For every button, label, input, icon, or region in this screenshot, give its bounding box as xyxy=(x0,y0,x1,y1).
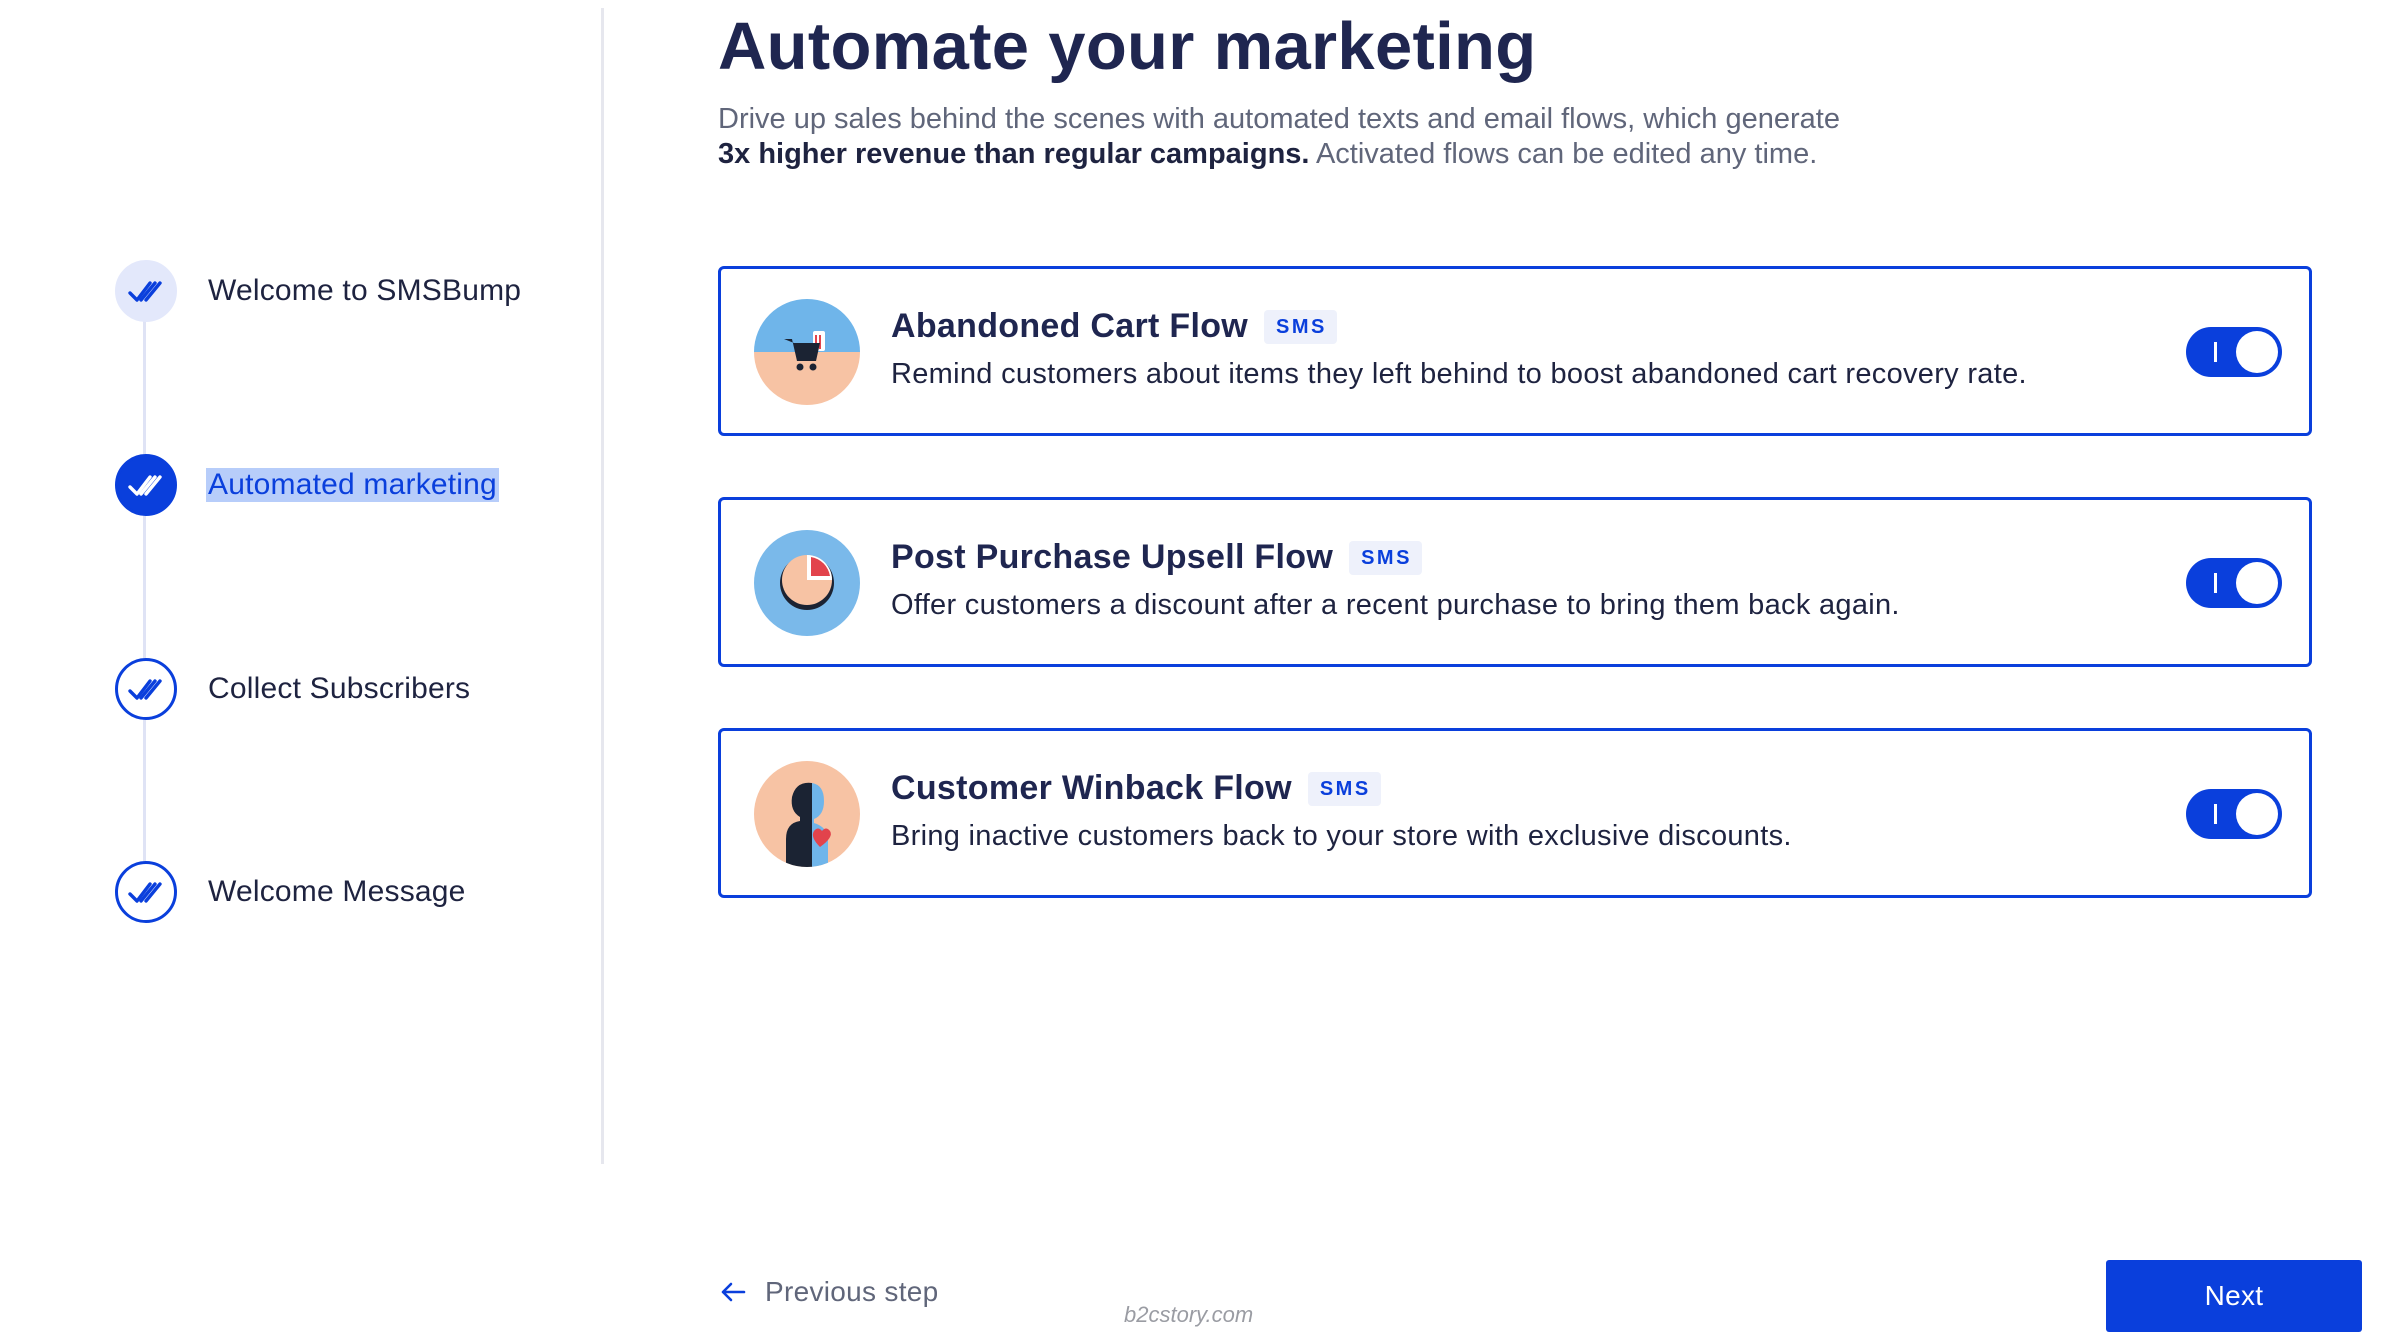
toggle-knob xyxy=(2236,562,2278,604)
flow-title-row: Abandoned Cart Flow SMS xyxy=(891,307,1337,346)
flow-title: Abandoned Cart Flow xyxy=(891,307,1249,345)
step-automated-marketing[interactable]: Automated marketing xyxy=(115,454,499,516)
person-heart-icon xyxy=(754,761,860,867)
page-subtitle: Drive up sales behind the scenes with au… xyxy=(718,102,2018,172)
toggle-knob xyxy=(2236,331,2278,373)
subtitle-tail: Activated flows can be edited any time. xyxy=(1309,138,1818,170)
flow-toggle-post-purchase[interactable] xyxy=(2186,558,2282,608)
channel-badge: SMS xyxy=(1349,540,1422,575)
flow-toggle-abandoned-cart[interactable] xyxy=(2186,327,2282,377)
flow-card-post-purchase[interactable]: Post Purchase Upsell Flow SMS Offer cust… xyxy=(718,497,2312,667)
toggle-knob xyxy=(2236,793,2278,835)
flow-card-customer-winback[interactable]: Customer Winback Flow SMS Bring inactive… xyxy=(718,728,2312,898)
step-welcome-message[interactable]: Welcome Message xyxy=(115,861,466,923)
flow-description: Bring inactive customers back to your st… xyxy=(891,820,1792,852)
shopping-cart-icon xyxy=(754,299,860,405)
subtitle-text: Drive up sales behind the scenes with au… xyxy=(718,103,1840,135)
step-welcome[interactable]: Welcome to SMSBump xyxy=(115,260,521,322)
channel-badge: SMS xyxy=(1264,309,1337,344)
pie-chart-icon xyxy=(754,530,860,636)
double-check-icon xyxy=(115,658,177,720)
step-label-automated-marketing: Automated marketing xyxy=(206,468,499,502)
next-button[interactable]: Next xyxy=(2106,1260,2362,1332)
page-title: Automate your marketing xyxy=(718,9,1537,84)
step-label-welcome: Welcome to SMSBump xyxy=(208,274,522,307)
flow-title: Post Purchase Upsell Flow xyxy=(891,538,1334,576)
flow-title-row: Customer Winback Flow SMS xyxy=(891,769,1381,808)
double-check-icon xyxy=(115,861,177,923)
sidebar-divider xyxy=(601,8,604,1164)
stepper-connector-line xyxy=(143,280,146,888)
flow-description: Offer customers a discount after a recen… xyxy=(891,589,1900,621)
arrow-left-icon xyxy=(718,1277,748,1307)
double-check-icon xyxy=(115,454,177,516)
onboarding-stepper: Welcome to SMSBump Automated marketing C… xyxy=(0,0,602,1164)
flow-description: Remind customers about items they left b… xyxy=(891,358,2027,390)
flow-title-row: Post Purchase Upsell Flow SMS xyxy=(891,538,1422,577)
channel-badge: SMS xyxy=(1307,771,1381,806)
toggle-on-indicator xyxy=(2214,342,2217,362)
step-label-welcome-message: Welcome Message xyxy=(208,875,466,908)
step-label-collect-subscribers: Collect Subscribers xyxy=(208,672,471,705)
flow-toggle-customer-winback[interactable] xyxy=(2186,789,2282,839)
flow-card-abandoned-cart[interactable]: Abandoned Cart Flow SMS Remind customers… xyxy=(718,266,2312,436)
toggle-on-indicator xyxy=(2214,573,2217,593)
flow-title: Customer Winback Flow xyxy=(891,769,1292,807)
previous-step-link[interactable]: Previous step xyxy=(718,1276,939,1308)
toggle-on-indicator xyxy=(2214,804,2217,824)
double-check-icon xyxy=(115,260,177,322)
previous-step-label: Previous step xyxy=(765,1276,939,1307)
watermark: b2cstory.com xyxy=(1124,1302,1254,1327)
step-collect-subscribers[interactable]: Collect Subscribers xyxy=(115,658,470,720)
subtitle-emphasis: 3x higher revenue than regular campaigns… xyxy=(718,138,1310,170)
